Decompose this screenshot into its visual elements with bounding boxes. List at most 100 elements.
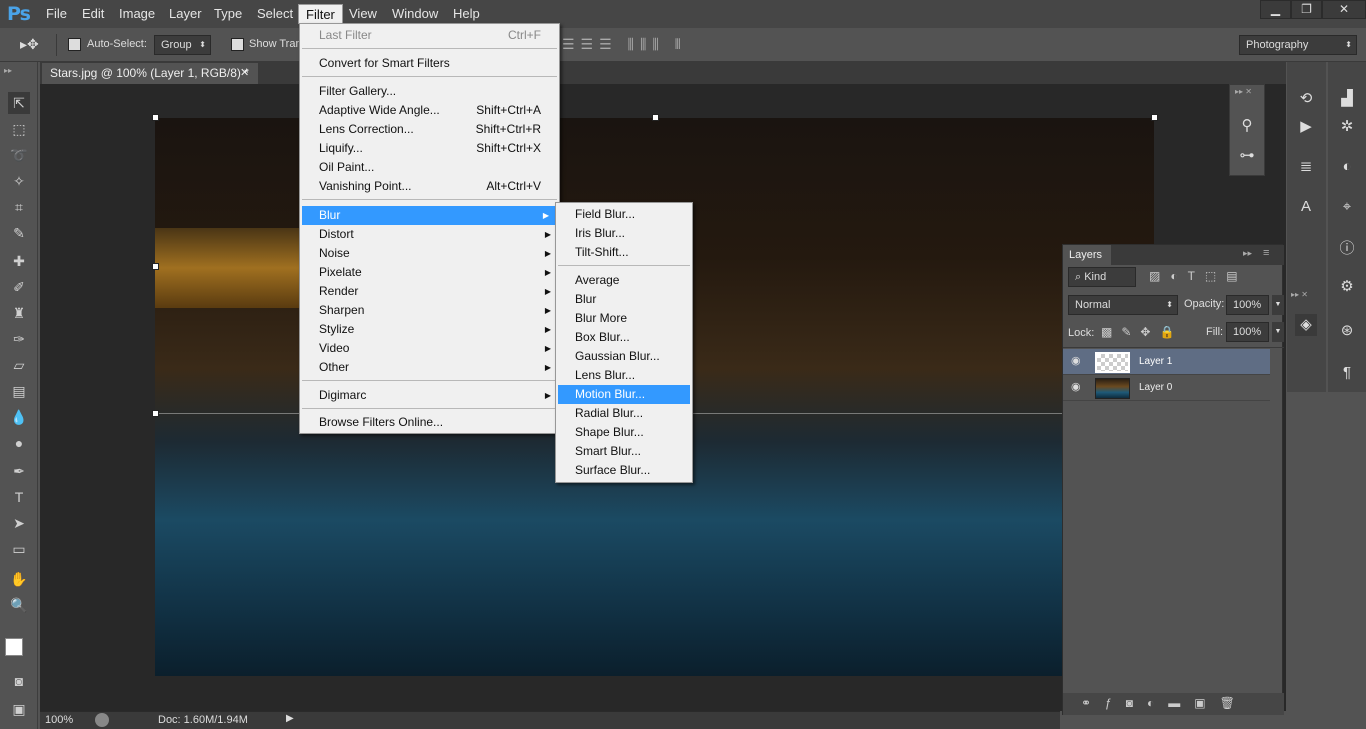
layer-row[interactable]: ◉ Layer 1 — [1063, 349, 1270, 375]
crop-tool-icon[interactable]: ⌗ — [8, 196, 30, 218]
menu-item-oil-paint[interactable]: Oil Paint... — [300, 158, 559, 177]
menu-image[interactable]: Image — [112, 6, 162, 26]
workspace-dropdown[interactable]: Photography ⬍ — [1239, 35, 1357, 55]
menu-item-adaptive-wide-angle[interactable]: Adaptive Wide Angle... Shift+Ctrl+A — [300, 101, 559, 120]
type-tool-icon[interactable]: T — [8, 486, 30, 508]
visibility-eye-icon[interactable]: ◉ — [1071, 354, 1081, 367]
menu-item-gaussian-blur[interactable]: Gaussian Blur... — [556, 347, 692, 366]
gradient-tool-icon[interactable]: ▤ — [8, 380, 30, 402]
menu-item-radial-blur[interactable]: Radial Blur... — [556, 404, 692, 423]
magic-wand-tool-icon[interactable]: ✧ — [8, 170, 30, 192]
stamp-tool-icon[interactable]: ♜ — [8, 302, 30, 324]
auto-select-checkbox[interactable] — [68, 38, 81, 51]
move-tool-icon[interactable]: ⇱ — [8, 92, 30, 114]
menu-item-blur[interactable]: Blur ▶ — [302, 206, 557, 225]
foreground-color-swatch[interactable] — [5, 638, 23, 656]
menu-type[interactable]: Type — [207, 6, 249, 26]
menu-item-liquify[interactable]: Liquify... Shift+Ctrl+X — [300, 139, 559, 158]
eyedropper-tool-icon[interactable]: ✎ — [8, 222, 30, 244]
menu-edit[interactable]: Edit — [75, 6, 111, 26]
layers-icon[interactable]: ◈ — [1295, 314, 1317, 336]
screen-mode-icon[interactable]: ▣ — [8, 698, 30, 720]
brush-tool-icon[interactable]: ✐ — [8, 276, 30, 298]
menu-item-browse-filters-online[interactable]: Browse Filters Online... — [300, 413, 559, 432]
auto-select-dropdown[interactable]: Group ⬍ — [154, 35, 211, 55]
menu-item-vanishing-point[interactable]: Vanishing Point... Alt+Ctrl+V — [300, 177, 559, 196]
menu-layer[interactable]: Layer — [162, 6, 209, 26]
blend-mode-dropdown[interactable]: Normal ⬍ — [1068, 295, 1178, 315]
path-selection-tool-icon[interactable]: ➤ — [8, 512, 30, 534]
zoom-level[interactable]: 100% — [45, 714, 73, 726]
menu-item-motion-blur[interactable]: Motion Blur... — [558, 385, 690, 404]
layer-name[interactable]: Layer 0 — [1139, 382, 1172, 393]
minimize-icon[interactable]: ▁ — [1260, 0, 1291, 19]
lock-icons[interactable]: ▩✎✥🔒 — [1101, 325, 1183, 339]
transform-handle[interactable] — [1151, 114, 1158, 121]
menu-item-shape-blur[interactable]: Shape Blur... — [556, 423, 692, 442]
marquee-tool-icon[interactable]: ⬚ — [8, 118, 30, 140]
menu-item-pixelate[interactable]: Pixelate ▶ — [300, 263, 559, 282]
history-icon[interactable]: ⟲ — [1295, 88, 1317, 110]
blur-tool-icon[interactable]: 💧 — [8, 406, 30, 428]
expand-icon[interactable]: ▸▸ ✕ — [1235, 87, 1252, 96]
channels-icon[interactable]: ⊛ — [1336, 320, 1358, 342]
character-icon[interactable]: A — [1295, 196, 1317, 218]
brush-settings-icon[interactable]: ⊶ — [1236, 145, 1258, 167]
pen-tool-icon[interactable]: ✒ — [8, 460, 30, 482]
histogram-icon[interactable]: ▟ — [1336, 88, 1358, 110]
menu-item-surface-blur[interactable]: Surface Blur... — [556, 461, 692, 480]
menu-item-last-filter[interactable]: Last Filter Ctrl+F — [300, 26, 559, 45]
dodge-tool-icon[interactable]: ● — [8, 432, 30, 454]
hand-tool-icon[interactable]: ✋ — [8, 568, 30, 590]
menu-item-lens-blur[interactable]: Lens Blur... — [556, 366, 692, 385]
visibility-eye-icon[interactable]: ◉ — [1071, 380, 1081, 393]
menu-select[interactable]: Select — [250, 6, 300, 26]
menu-item-distort[interactable]: Distort ▶ — [300, 225, 559, 244]
collapse-icon[interactable]: ▸▸ — [1243, 248, 1252, 259]
menu-item-digimarc[interactable]: Digimarc ▶ — [300, 386, 559, 405]
share-icon[interactable] — [95, 713, 109, 727]
menu-item-blur-more[interactable]: Blur More — [556, 309, 692, 328]
chevron-down-icon[interactable]: ▼ — [1272, 322, 1284, 342]
menu-item-sharpen[interactable]: Sharpen ▶ — [300, 301, 559, 320]
layer-comps-icon[interactable]: ≣ — [1295, 156, 1317, 178]
layer-name[interactable]: Layer 1 — [1139, 356, 1172, 367]
menu-item-noise[interactable]: Noise ▶ — [300, 244, 559, 263]
menu-item-tilt-shift[interactable]: Tilt-Shift... — [556, 243, 692, 262]
fill-input[interactable]: 100% — [1226, 322, 1269, 342]
close-tab-icon[interactable]: ✕ — [240, 63, 249, 84]
menu-item-box-blur[interactable]: Box Blur... — [556, 328, 692, 347]
layers-tab[interactable]: Layers — [1063, 245, 1111, 265]
properties-icon[interactable]: ⚙ — [1336, 276, 1358, 298]
shape-tool-icon[interactable]: ▭ — [8, 538, 30, 560]
menu-item-iris-blur[interactable]: Iris Blur... — [556, 224, 692, 243]
layer-row[interactable]: ◉ Layer 0 — [1063, 375, 1270, 401]
chevron-down-icon[interactable]: ▼ — [1272, 295, 1284, 315]
transform-handle[interactable] — [152, 263, 159, 270]
status-arrow-icon[interactable]: ▶ — [286, 713, 294, 724]
menu-item-lens-correction[interactable]: Lens Correction... Shift+Ctrl+R — [300, 120, 559, 139]
menu-item-smart-blur[interactable]: Smart Blur... — [556, 442, 692, 461]
color-icon[interactable]: ◐ — [1336, 156, 1358, 178]
eraser-tool-icon[interactable]: ▱ — [8, 354, 30, 376]
menu-item-field-blur[interactable]: Field Blur... — [556, 205, 692, 224]
history-brush-tool-icon[interactable]: ✑ — [8, 328, 30, 350]
show-transform-checkbox[interactable] — [231, 38, 244, 51]
menu-item-video[interactable]: Video ▶ — [300, 339, 559, 358]
layers-footer-icons[interactable]: ⚭ƒ◙◐▬▣🗑 — [1063, 693, 1284, 715]
document-tab[interactable]: Stars.jpg @ 100% (Layer 1, RGB/8) * ✕ — [42, 63, 258, 84]
menu-filter[interactable]: Filter — [298, 4, 343, 24]
paragraph-icon[interactable]: ¶ — [1336, 362, 1358, 384]
menu-item-blur-basic[interactable]: Blur — [556, 290, 692, 309]
menu-item-average[interactable]: Average — [556, 271, 692, 290]
align-icons[interactable]: ☰☰☰ ⫼⫼⫼ ⫴ — [562, 36, 687, 53]
brush-presets-icon[interactable]: ⚲ — [1236, 115, 1258, 137]
layer-filter-icons[interactable]: ▨◐T⬚▤ — [1149, 269, 1248, 283]
menu-file[interactable]: File — [39, 6, 74, 26]
close-icon[interactable]: ✕ — [1322, 0, 1366, 19]
actions-icon[interactable]: ▶ — [1295, 116, 1317, 138]
menu-item-convert-smart-filters[interactable]: Convert for Smart Filters — [300, 54, 559, 73]
filter-kind-dropdown[interactable]: ⌕ Kind — [1068, 267, 1136, 287]
quick-mask-icon[interactable]: ◙ — [8, 670, 30, 692]
menu-item-stylize[interactable]: Stylize ▶ — [300, 320, 559, 339]
